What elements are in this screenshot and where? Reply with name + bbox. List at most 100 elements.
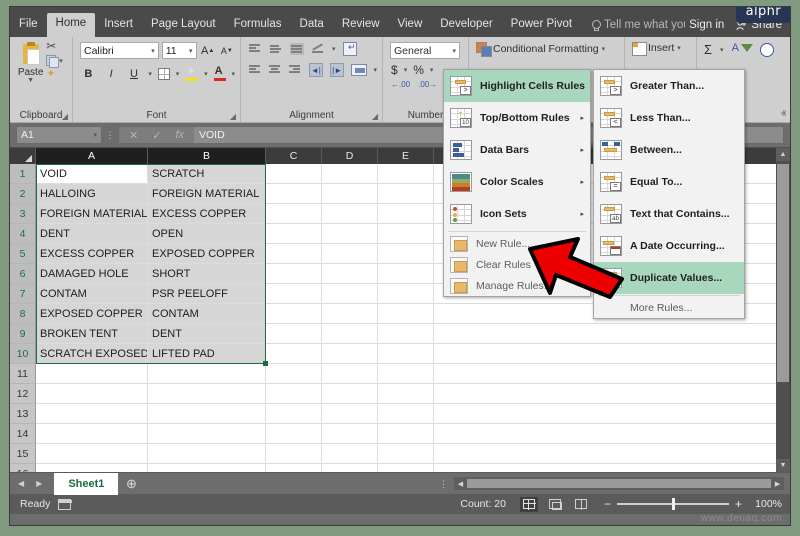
- cell-c6[interactable]: [266, 264, 322, 284]
- conditional-formatting-button[interactable]: Conditional Formatting ▾: [476, 42, 619, 57]
- column-header-c[interactable]: C: [266, 148, 322, 164]
- sheet-tab-sheet1[interactable]: Sheet1: [54, 472, 119, 495]
- align-right-icon[interactable]: [288, 64, 301, 76]
- cell-d10[interactable]: [322, 344, 378, 364]
- fill-color-dropdown-arrow[interactable]: ▾: [204, 70, 208, 78]
- cell-e1[interactable]: [378, 164, 434, 184]
- column-header-e[interactable]: E: [378, 148, 434, 164]
- view-page-break-button[interactable]: [572, 497, 590, 512]
- cell-d3[interactable]: [322, 204, 378, 224]
- menu-item-icon-sets[interactable]: Icon Sets ▸: [444, 198, 590, 230]
- cell-d16[interactable]: [322, 464, 378, 472]
- row-header-9[interactable]: 9: [10, 324, 36, 344]
- cell-b3[interactable]: EXCESS COPPER: [148, 204, 266, 224]
- cell-c4[interactable]: [266, 224, 322, 244]
- cell-e10[interactable]: [378, 344, 434, 364]
- merge-dropdown-arrow[interactable]: ▾: [374, 66, 378, 74]
- menu-item-color-scales[interactable]: Color Scales ▸: [444, 166, 590, 198]
- cell-c10[interactable]: [266, 344, 322, 364]
- row-header-11[interactable]: 11: [10, 364, 36, 384]
- font-name-combo[interactable]: Calibri ▾: [80, 42, 159, 59]
- percent-button[interactable]: %: [413, 63, 424, 77]
- cell-b9[interactable]: DENT: [148, 324, 266, 344]
- merge-center-icon[interactable]: [351, 64, 367, 76]
- cell-b2[interactable]: FOREIGN MATERIAL: [148, 184, 266, 204]
- enter-formula-button[interactable]: ✓: [152, 129, 161, 142]
- cell-d9[interactable]: [322, 324, 378, 344]
- cell-e3[interactable]: [378, 204, 434, 224]
- vertical-scroll-thumb[interactable]: [777, 164, 789, 382]
- macro-record-icon[interactable]: [58, 498, 73, 510]
- cell-a12[interactable]: [36, 384, 148, 404]
- row-header-14[interactable]: 14: [10, 424, 36, 444]
- orientation-dropdown-arrow[interactable]: ▾: [332, 45, 336, 53]
- cell-d11[interactable]: [322, 364, 378, 384]
- cell-e9[interactable]: [378, 324, 434, 344]
- ribbon-tab-home[interactable]: Home: [46, 13, 96, 37]
- ribbon-tab-formulas[interactable]: Formulas: [225, 14, 291, 37]
- font-color-dropdown-arrow[interactable]: ▾: [232, 70, 236, 78]
- cell-e4[interactable]: [378, 224, 434, 244]
- cell-a9[interactable]: BROKEN TENT: [36, 324, 148, 344]
- insert-function-button[interactable]: fx: [175, 129, 184, 141]
- cell-e16[interactable]: [378, 464, 434, 472]
- cell-f11[interactable]: [434, 364, 790, 384]
- scroll-right-button[interactable]: ▶: [771, 480, 784, 488]
- increase-decimal-button[interactable]: ←.00: [391, 80, 410, 89]
- ribbon-tab-developer[interactable]: Developer: [431, 14, 501, 37]
- cell-d12[interactable]: [322, 384, 378, 404]
- cell-a13[interactable]: [36, 404, 148, 424]
- vertical-scrollbar[interactable]: ▲ ▼: [776, 148, 790, 472]
- increase-font-size-button[interactable]: A ▲: [200, 42, 216, 59]
- row-header-2[interactable]: 2: [10, 184, 36, 204]
- cell-f9[interactable]: [434, 324, 790, 344]
- menu-item-greater-than[interactable]: > Greater Than...: [594, 70, 744, 102]
- cell-f14[interactable]: [434, 424, 790, 444]
- format-painter-button[interactable]: ✦: [46, 69, 55, 80]
- cell-d14[interactable]: [322, 424, 378, 444]
- decrease-indent-button[interactable]: ◄|: [308, 63, 323, 77]
- add-sheet-button[interactable]: ⊕: [118, 476, 144, 492]
- cell-a8[interactable]: EXPOSED COPPER: [36, 304, 148, 324]
- find-and-select-icon[interactable]: [759, 42, 774, 57]
- borders-dropdown-arrow[interactable]: ▾: [176, 70, 180, 78]
- cell-b8[interactable]: CONTAM: [148, 304, 266, 324]
- cell-b10[interactable]: LIFTED PAD: [148, 344, 266, 364]
- cell-b15[interactable]: [148, 444, 266, 464]
- align-left-icon[interactable]: [248, 64, 261, 76]
- paste-dropdown-arrow[interactable]: ▼: [15, 77, 46, 84]
- collapse-ribbon-button[interactable]: ⱏ: [781, 109, 786, 120]
- cell-c2[interactable]: [266, 184, 322, 204]
- cell-e6[interactable]: [378, 264, 434, 284]
- menu-item-less-than[interactable]: < Less Than...: [594, 102, 744, 134]
- cell-e14[interactable]: [378, 424, 434, 444]
- column-header-d[interactable]: D: [322, 148, 378, 164]
- sign-in-button[interactable]: Sign in: [685, 15, 732, 37]
- row-header-15[interactable]: 15: [10, 444, 36, 464]
- italic-button[interactable]: I: [103, 65, 120, 82]
- view-page-layout-button[interactable]: [546, 497, 564, 512]
- cell-f10[interactable]: [434, 344, 790, 364]
- font-dialog-launcher[interactable]: ◢: [230, 112, 236, 121]
- name-box[interactable]: A1 ▾: [16, 126, 102, 144]
- wrap-text-icon[interactable]: [342, 42, 357, 56]
- row-header-12[interactable]: 12: [10, 384, 36, 404]
- cell-a6[interactable]: DAMAGED HOLE: [36, 264, 148, 284]
- row-header-8[interactable]: 8: [10, 304, 36, 324]
- cell-f16[interactable]: [434, 464, 790, 472]
- cell-c12[interactable]: [266, 384, 322, 404]
- currency-button[interactable]: $: [391, 63, 398, 77]
- cell-a14[interactable]: [36, 424, 148, 444]
- cell-a11[interactable]: [36, 364, 148, 384]
- align-middle-icon[interactable]: [269, 43, 283, 55]
- align-top-icon[interactable]: [248, 43, 262, 55]
- cell-d7[interactable]: [322, 284, 378, 304]
- scroll-down-button[interactable]: ▼: [776, 459, 790, 472]
- menu-item-text-that-contains[interactable]: ab Text that Contains...: [594, 198, 744, 230]
- cell-d2[interactable]: [322, 184, 378, 204]
- chevron-down-icon[interactable]: ▾: [677, 44, 681, 52]
- cell-a5[interactable]: EXCESS COPPER: [36, 244, 148, 264]
- cell-c9[interactable]: [266, 324, 322, 344]
- cell-e8[interactable]: [378, 304, 434, 324]
- decrease-decimal-button[interactable]: .00→: [418, 80, 437, 89]
